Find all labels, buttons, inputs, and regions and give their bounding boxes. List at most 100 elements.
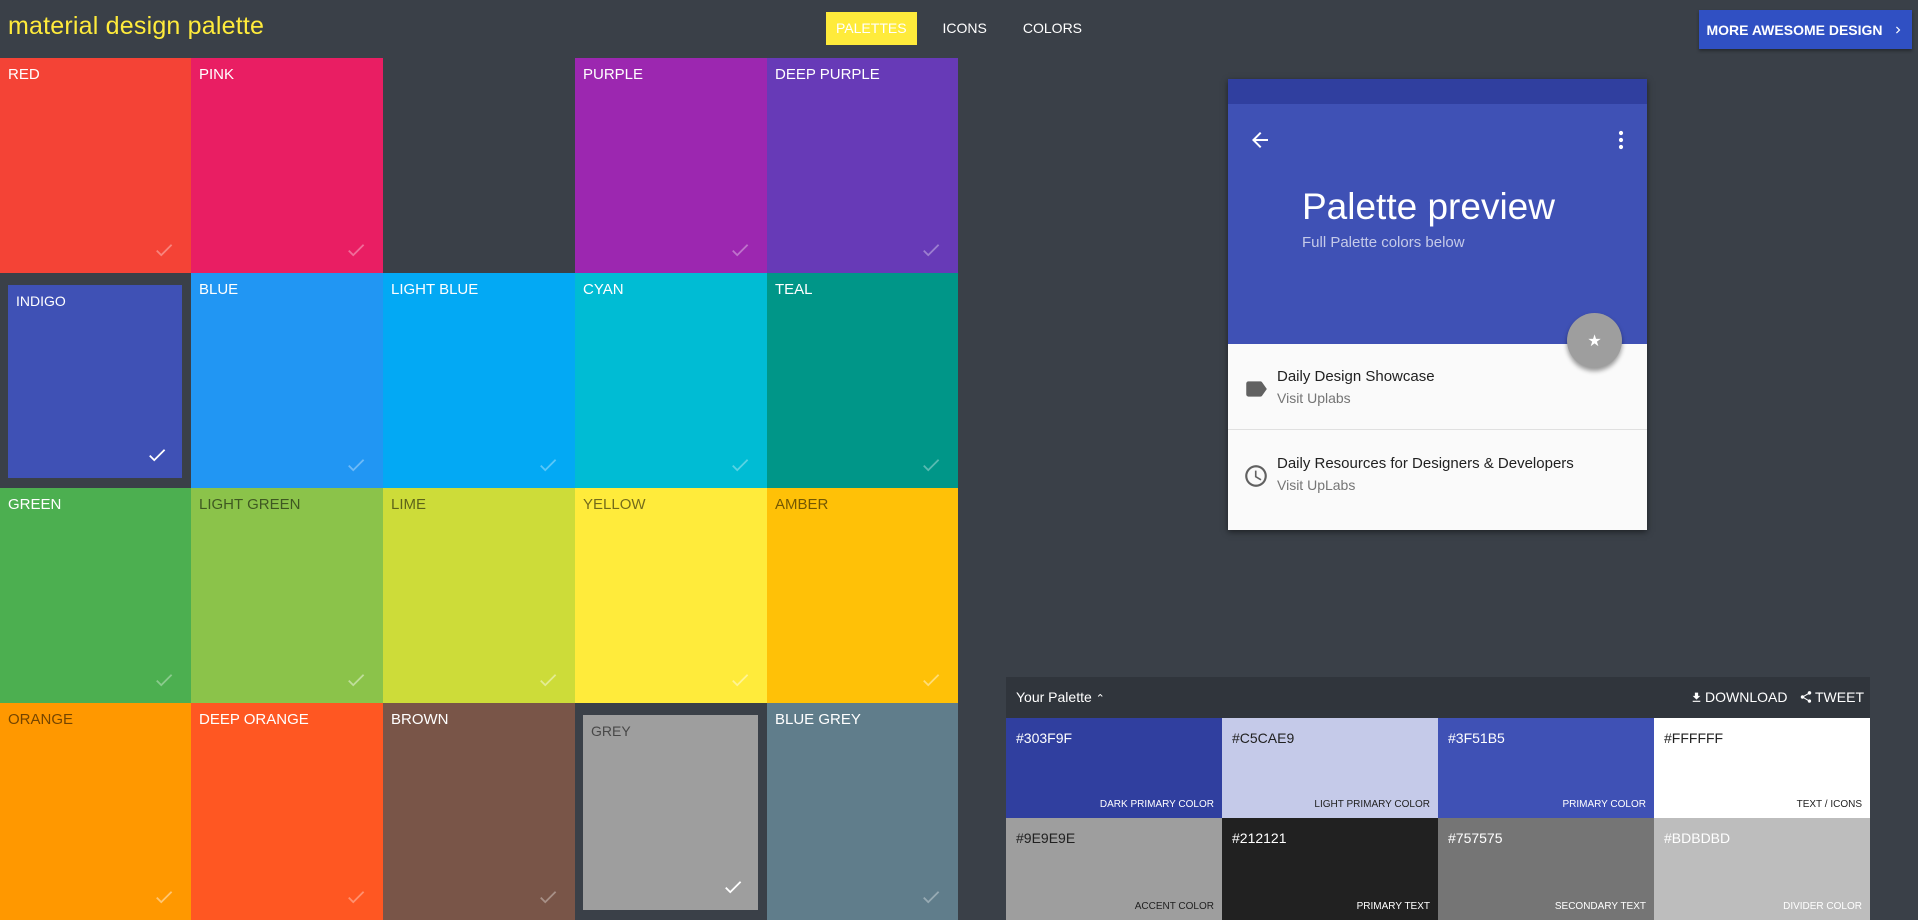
preview-list-item[interactable]: Daily Resources for Designers & Develope…	[1228, 431, 1647, 517]
palette-tile-cyan[interactable]: CYAN	[575, 273, 767, 488]
preview-item-title: Daily Resources for Designers & Develope…	[1277, 455, 1574, 472]
preview-status-bar	[1228, 79, 1647, 104]
label-icon	[1246, 381, 1267, 397]
check-icon	[920, 239, 942, 261]
check-icon	[920, 454, 942, 476]
preview-item-title: Daily Design Showcase	[1277, 368, 1435, 385]
preview-item-subtitle: Visit Uplabs	[1277, 390, 1351, 406]
palette-tile-label: TEAL	[775, 281, 813, 298]
tweet-button[interactable]: TWEET	[1799, 689, 1864, 705]
palette-swatch[interactable]: #C5CAE9 LIGHT PRIMARY COLOR	[1222, 718, 1438, 818]
preview-app-bar: Palette preview Full Palette colors belo…	[1228, 104, 1647, 344]
palette-grid: RED PINK PURPLE DEEP PURPLE INDIGO BLUE LIGHT …	[0, 58, 958, 920]
palette-tile-lime[interactable]: LIME	[383, 488, 575, 703]
palette-tile-swatch: INDIGO	[8, 285, 182, 478]
check-icon	[729, 239, 751, 261]
nav-palettes[interactable]: PALETTES	[826, 12, 917, 45]
swatch-role: PRIMARY COLOR	[1562, 799, 1646, 810]
palette-tile-pink[interactable]: PINK	[191, 58, 383, 273]
nav-icons[interactable]: ICONS	[933, 12, 997, 45]
palette-swatch[interactable]: #757575 SECONDARY TEXT	[1438, 818, 1654, 920]
swatch-hex: #BDBDBD	[1664, 830, 1731, 846]
check-icon	[345, 669, 367, 691]
app-header: material design palette PALETTES ICONS C…	[0, 0, 1918, 58]
palette-swatch[interactable]: #303F9F DARK PRIMARY COLOR	[1006, 718, 1222, 818]
palette-tile-label: BLUE GREY	[775, 711, 861, 728]
swatch-hex: #757575	[1448, 830, 1503, 846]
palette-tile-label: LIGHT BLUE	[391, 281, 479, 298]
palette-tile-label: INDIGO	[16, 293, 66, 309]
palette-tile-light-blue[interactable]: LIGHT BLUE	[383, 273, 575, 488]
your-palette-toggle[interactable]: Your Palette ⌃	[1016, 689, 1105, 705]
check-icon	[537, 886, 559, 908]
palette-tile-purple[interactable]: PURPLE	[575, 58, 767, 273]
palette-tile-label: BLUE	[199, 281, 239, 298]
nav-colors[interactable]: COLORS	[1013, 12, 1092, 45]
palette-tile-red[interactable]: RED	[0, 58, 191, 273]
chevron-right-icon	[1895, 26, 1900, 33]
palette-tile-green[interactable]: GREEN	[0, 488, 191, 703]
palette-swatch[interactable]: #FFFFFF TEXT / ICONS	[1654, 718, 1870, 818]
palette-tile-label: PINK	[199, 66, 235, 83]
palette-tile-empty	[383, 58, 575, 273]
chevron-up-icon: ⌃	[1095, 693, 1105, 705]
preview-subtitle: Full Palette colors below	[1302, 234, 1465, 251]
palette-tile-deep-orange[interactable]: DEEP ORANGE	[191, 703, 383, 920]
palette-tile-indigo[interactable]: INDIGO	[0, 273, 191, 488]
your-palette-panel: Your Palette ⌃ DOWNLOAD TWEET #303F9F DAR…	[1006, 677, 1870, 920]
palette-swatch[interactable]: #BDBDBD DIVIDER COLOR	[1654, 818, 1870, 920]
swatch-role: ACCENT COLOR	[1134, 901, 1214, 912]
preview-title: Palette preview	[1302, 186, 1555, 227]
palette-tile-grey[interactable]: GREY	[575, 703, 767, 920]
tweet-label: TWEET	[1815, 689, 1864, 705]
your-palette-bar: Your Palette ⌃ DOWNLOAD TWEET	[1006, 677, 1870, 718]
more-vert-icon[interactable]	[1609, 128, 1633, 152]
palette-tile-label: RED	[8, 66, 40, 83]
palette-tile-label: DEEP ORANGE	[199, 711, 309, 728]
check-icon	[345, 886, 367, 908]
swatch-role: LIGHT PRIMARY COLOR	[1314, 799, 1430, 810]
palette-swatch[interactable]: #212121 PRIMARY TEXT	[1222, 818, 1438, 920]
preview-item-subtitle: Visit UpLabs	[1277, 477, 1356, 493]
check-icon	[537, 454, 559, 476]
check-icon	[153, 669, 175, 691]
check-icon	[537, 669, 559, 691]
swatch-role: PRIMARY TEXT	[1356, 901, 1430, 912]
swatch-role: DIVIDER COLOR	[1783, 901, 1862, 912]
palette-tile-label: BROWN	[391, 711, 449, 728]
palette-swatch[interactable]: #9E9E9E ACCENT COLOR	[1006, 818, 1222, 920]
palette-tile-brown[interactable]: BROWN	[383, 703, 575, 920]
palette-tile-label: PURPLE	[583, 66, 644, 83]
swatch-hex: #FFFFFF	[1664, 730, 1724, 746]
your-palette-swatches: #303F9F DARK PRIMARY COLOR #C5CAE9 LIGHT PR…	[1006, 718, 1870, 920]
palette-tile-teal[interactable]: TEAL	[767, 273, 958, 488]
palette-tile-label: LIGHT GREEN	[199, 496, 301, 513]
check-icon	[729, 454, 751, 476]
arrow-back-icon[interactable]	[1248, 128, 1272, 152]
check-icon	[729, 669, 751, 691]
palette-tile-orange[interactable]: ORANGE	[0, 703, 191, 920]
swatch-hex: #3F51B5	[1448, 730, 1505, 746]
palette-tile-amber[interactable]: AMBER	[767, 488, 958, 703]
palette-preview-card: Palette preview Full Palette colors belo…	[1228, 79, 1647, 530]
more-awesome-design-button[interactable]: MORE AWESOME DESIGN	[1699, 10, 1912, 49]
palette-tile-light-green[interactable]: LIGHT GREEN	[191, 488, 383, 703]
palette-swatch[interactable]: #3F51B5 PRIMARY COLOR	[1438, 718, 1654, 818]
palette-tile-yellow[interactable]: YELLOW	[575, 488, 767, 703]
palette-tile-blue-grey[interactable]: BLUE GREY	[767, 703, 958, 920]
palette-tile-label: ORANGE	[8, 711, 74, 728]
brand-title[interactable]: material design palette	[8, 12, 264, 41]
palette-tile-swatch: GREY	[583, 715, 758, 910]
preview-list-item[interactable]: Daily Design Showcase Visit Uplabs	[1228, 344, 1647, 430]
check-icon	[345, 239, 367, 261]
share-icon	[1800, 691, 1812, 703]
check-icon	[722, 876, 744, 898]
main-nav: PALETTES ICONS COLORS	[826, 12, 1108, 45]
palette-tile-blue[interactable]: BLUE	[191, 273, 383, 488]
swatch-hex: #303F9F	[1016, 730, 1073, 746]
check-icon	[920, 669, 942, 691]
palette-tile-deep-purple[interactable]: DEEP PURPLE	[767, 58, 958, 273]
download-button[interactable]: DOWNLOAD	[1690, 689, 1787, 705]
check-icon	[146, 444, 168, 466]
swatch-hex: #9E9E9E	[1016, 830, 1076, 846]
